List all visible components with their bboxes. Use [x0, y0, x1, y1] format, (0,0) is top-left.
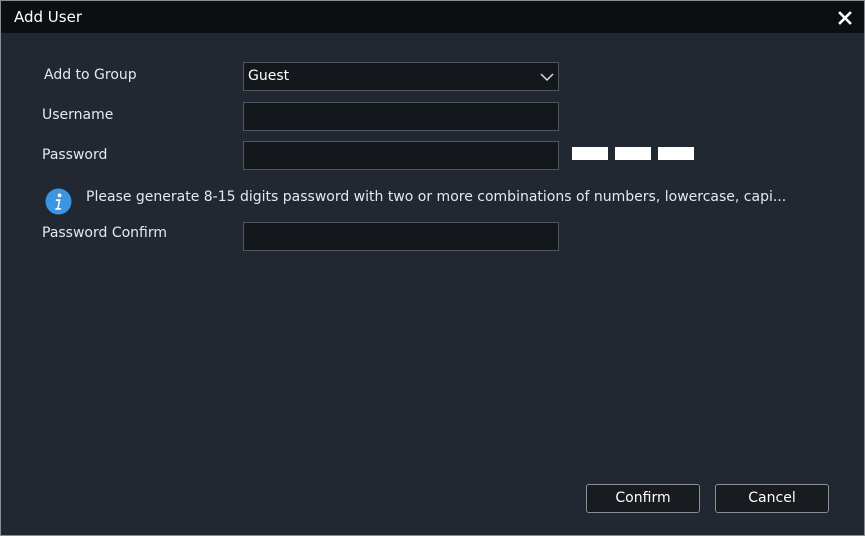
group-label: Add to Group: [44, 67, 137, 83]
password-confirm-label: Password Confirm: [42, 225, 168, 241]
password-label: Password: [42, 147, 108, 163]
password-strength-bar-medium: [615, 147, 651, 160]
password-input[interactable]: [243, 141, 559, 170]
confirm-button[interactable]: Confirm: [586, 484, 700, 513]
group-select[interactable]: Guest: [243, 62, 559, 91]
password-strength-bar-strong: [658, 147, 694, 160]
add-user-dialog: Add User Add to Group Guest Username Pas…: [0, 0, 865, 536]
chevron-down-icon: [540, 69, 554, 83]
title-bar: Add User: [1, 1, 864, 33]
close-icon[interactable]: [835, 8, 855, 28]
username-label: Username: [42, 107, 114, 123]
password-hint-text: Please generate 8-15 digits password wit…: [86, 189, 787, 205]
username-input[interactable]: [243, 102, 559, 131]
info-icon: [45, 188, 72, 215]
cancel-button[interactable]: Cancel: [715, 484, 829, 513]
group-select-value: Guest: [248, 68, 290, 84]
dialog-title: Add User: [14, 8, 82, 26]
password-strength-bar-weak: [572, 147, 608, 160]
password-confirm-input[interactable]: [243, 222, 559, 251]
